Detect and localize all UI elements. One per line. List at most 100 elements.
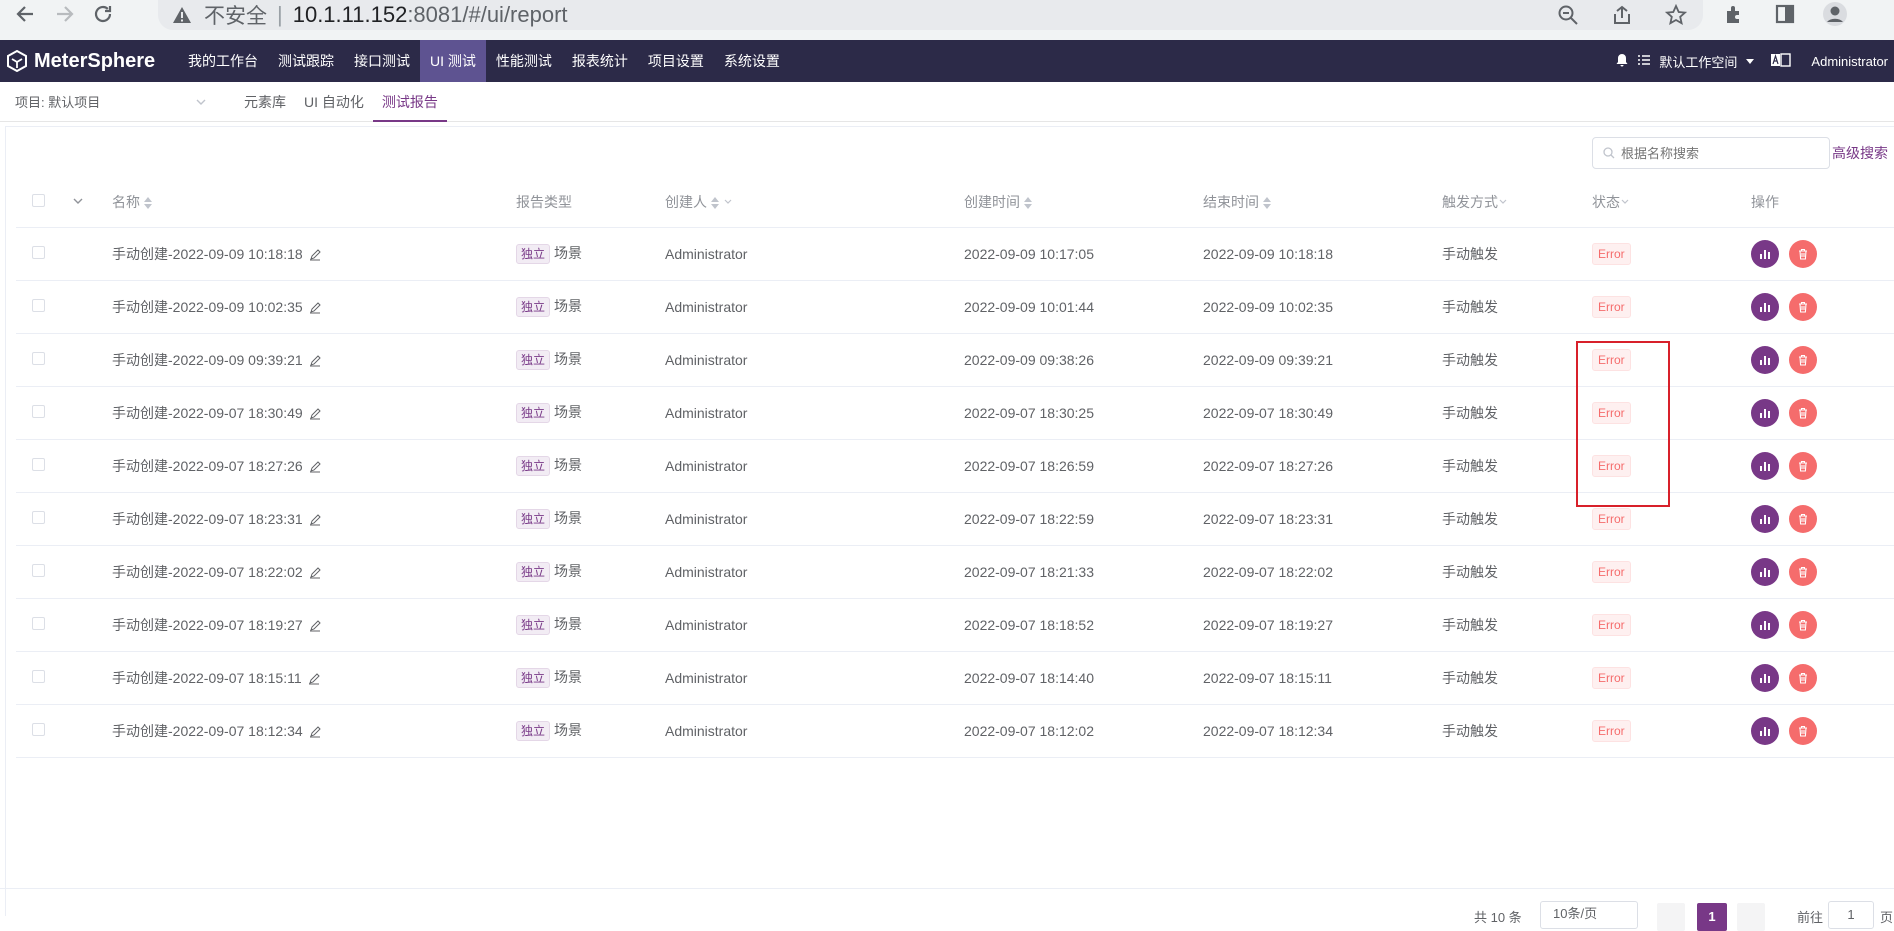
edit-icon[interactable]	[309, 461, 321, 473]
delete-report-button[interactable]	[1789, 663, 1817, 692]
row-checkbox[interactable]	[32, 298, 45, 312]
app-logo[interactable]: MeterSphere	[0, 50, 178, 73]
filter-chevron-icon[interactable]	[1620, 197, 1630, 207]
tab-test-report[interactable]: 测试报告	[372, 82, 447, 122]
edit-icon[interactable]	[309, 408, 321, 420]
view-report-button[interactable]	[1751, 239, 1779, 268]
delete-report-button[interactable]	[1789, 504, 1817, 533]
edit-icon[interactable]	[309, 567, 321, 579]
report-name[interactable]: 手动创建-2022-09-09 09:39:21	[112, 352, 303, 368]
nav-item-test-track[interactable]: 测试跟踪	[268, 40, 344, 82]
delete-report-button[interactable]	[1789, 610, 1817, 639]
search-box[interactable]	[1592, 137, 1830, 169]
report-name[interactable]: 手动创建-2022-09-07 18:15:11	[112, 670, 302, 686]
table-row[interactable]: 手动创建-2022-09-07 18:22:02 独立 场景 Administra…	[16, 545, 1894, 599]
bell-icon[interactable]	[1615, 53, 1629, 70]
row-checkbox[interactable]	[32, 510, 45, 524]
report-name[interactable]: 手动创建-2022-09-07 18:22:02	[112, 564, 303, 580]
header-creator[interactable]: 创建人	[665, 177, 964, 228]
delete-report-button[interactable]	[1789, 292, 1817, 321]
workspace-selector[interactable]: 默认工作空间	[1659, 52, 1737, 71]
table-row[interactable]: 手动创建-2022-09-07 18:23:31 独立 场景 Administra…	[16, 492, 1894, 546]
search-input[interactable]	[1621, 145, 1821, 161]
share-icon[interactable]	[1609, 2, 1635, 28]
next-page-button[interactable]	[1737, 903, 1765, 931]
extensions-icon[interactable]	[1722, 1, 1748, 27]
edit-icon[interactable]	[309, 355, 321, 367]
view-report-button[interactable]	[1751, 504, 1779, 533]
sort-icon[interactable]	[1263, 197, 1271, 210]
table-row[interactable]: 手动创建-2022-09-07 18:12:34 独立 场景 Administra…	[16, 704, 1894, 758]
view-report-button[interactable]	[1751, 451, 1779, 480]
zoom-icon[interactable]	[1555, 2, 1581, 28]
filter-chevron-icon[interactable]	[1498, 197, 1508, 207]
select-all-checkbox[interactable]	[32, 193, 45, 207]
header-create-time[interactable]: 创建时间	[964, 177, 1203, 228]
advanced-search-link[interactable]: 高级搜索	[1832, 143, 1888, 163]
caret-down-icon[interactable]	[1745, 54, 1755, 69]
prev-page-button[interactable]	[1657, 903, 1685, 931]
back-icon[interactable]	[12, 1, 38, 27]
nav-item-api-test[interactable]: 接口测试	[344, 40, 420, 82]
delete-report-button[interactable]	[1789, 451, 1817, 480]
nav-item-report-stats[interactable]: 报表统计	[562, 40, 638, 82]
delete-report-button[interactable]	[1789, 239, 1817, 268]
row-checkbox[interactable]	[32, 404, 45, 418]
edit-icon[interactable]	[309, 249, 321, 261]
row-checkbox[interactable]	[32, 616, 45, 630]
table-row[interactable]: 手动创建-2022-09-07 18:15:11 独立 场景 Administra…	[16, 651, 1894, 705]
table-row[interactable]: 手动创建-2022-09-07 18:27:26 独立 场景 Administra…	[16, 439, 1894, 493]
edit-icon[interactable]	[309, 726, 321, 738]
profile-avatar-icon[interactable]	[1822, 1, 1848, 27]
view-report-button[interactable]	[1751, 292, 1779, 321]
nav-item-workbench[interactable]: 我的工作台	[178, 40, 268, 82]
goto-page-input[interactable]: 1	[1828, 901, 1874, 929]
sort-icon[interactable]	[711, 197, 719, 210]
table-row[interactable]: 手动创建-2022-09-07 18:30:49 独立 场景 Administra…	[16, 386, 1894, 440]
nav-item-project-settings[interactable]: 项目设置	[638, 40, 714, 82]
table-row[interactable]: 手动创建-2022-09-09 10:02:35 独立 场景 Administra…	[16, 280, 1894, 334]
address-bar[interactable]: 不安全 | 10.1.11.152:8081/#/ui/report	[158, 0, 1703, 30]
report-name[interactable]: 手动创建-2022-09-07 18:27:26	[112, 458, 303, 474]
view-report-button[interactable]	[1751, 610, 1779, 639]
nav-item-ui-test[interactable]: UI 测试	[420, 40, 486, 82]
nav-item-performance-test[interactable]: 性能测试	[486, 40, 562, 82]
header-name[interactable]: 名称	[112, 177, 516, 228]
chevron-down-icon[interactable]	[72, 195, 84, 207]
row-checkbox[interactable]	[32, 457, 45, 471]
language-icon[interactable]	[1771, 52, 1792, 70]
report-name[interactable]: 手动创建-2022-09-07 18:12:34	[112, 723, 303, 739]
report-name[interactable]: 手动创建-2022-09-07 18:19:27	[112, 617, 303, 633]
filter-chevron-icon[interactable]	[723, 197, 733, 207]
current-page-button[interactable]: 1	[1697, 903, 1727, 931]
view-report-button[interactable]	[1751, 345, 1779, 374]
report-name[interactable]: 手动创建-2022-09-09 10:02:35	[112, 299, 303, 315]
view-report-button[interactable]	[1751, 663, 1779, 692]
forward-icon[interactable]	[52, 1, 78, 27]
project-selector[interactable]: 项目: 默认项目	[15, 92, 211, 111]
table-row[interactable]: 手动创建-2022-09-07 18:19:27 独立 场景 Administra…	[16, 598, 1894, 652]
row-checkbox[interactable]	[32, 245, 45, 259]
edit-icon[interactable]	[309, 514, 321, 526]
edit-icon[interactable]	[308, 673, 320, 685]
bookmark-star-icon[interactable]	[1663, 2, 1689, 28]
delete-report-button[interactable]	[1789, 345, 1817, 374]
edit-icon[interactable]	[309, 620, 321, 632]
delete-report-button[interactable]	[1789, 557, 1817, 586]
view-report-button[interactable]	[1751, 557, 1779, 586]
page-size-select[interactable]: 10条/页	[1540, 901, 1638, 929]
view-report-button[interactable]	[1751, 716, 1779, 745]
report-name[interactable]: 手动创建-2022-09-09 10:18:18	[112, 246, 303, 262]
header-status[interactable]: 状态	[1592, 177, 1751, 228]
delete-report-button[interactable]	[1789, 398, 1817, 427]
sort-icon[interactable]	[144, 197, 152, 210]
report-name[interactable]: 手动创建-2022-09-07 18:30:49	[112, 405, 303, 421]
row-checkbox[interactable]	[32, 722, 45, 736]
table-row[interactable]: 手动创建-2022-09-09 09:39:21 独立 场景 Administra…	[16, 333, 1894, 387]
reload-icon[interactable]	[90, 1, 116, 27]
report-name[interactable]: 手动创建-2022-09-07 18:23:31	[112, 511, 303, 527]
user-name[interactable]: Administrator	[1811, 54, 1888, 69]
row-checkbox[interactable]	[32, 563, 45, 577]
side-panel-icon[interactable]	[1772, 1, 1798, 27]
header-end-time[interactable]: 结束时间	[1203, 177, 1442, 228]
